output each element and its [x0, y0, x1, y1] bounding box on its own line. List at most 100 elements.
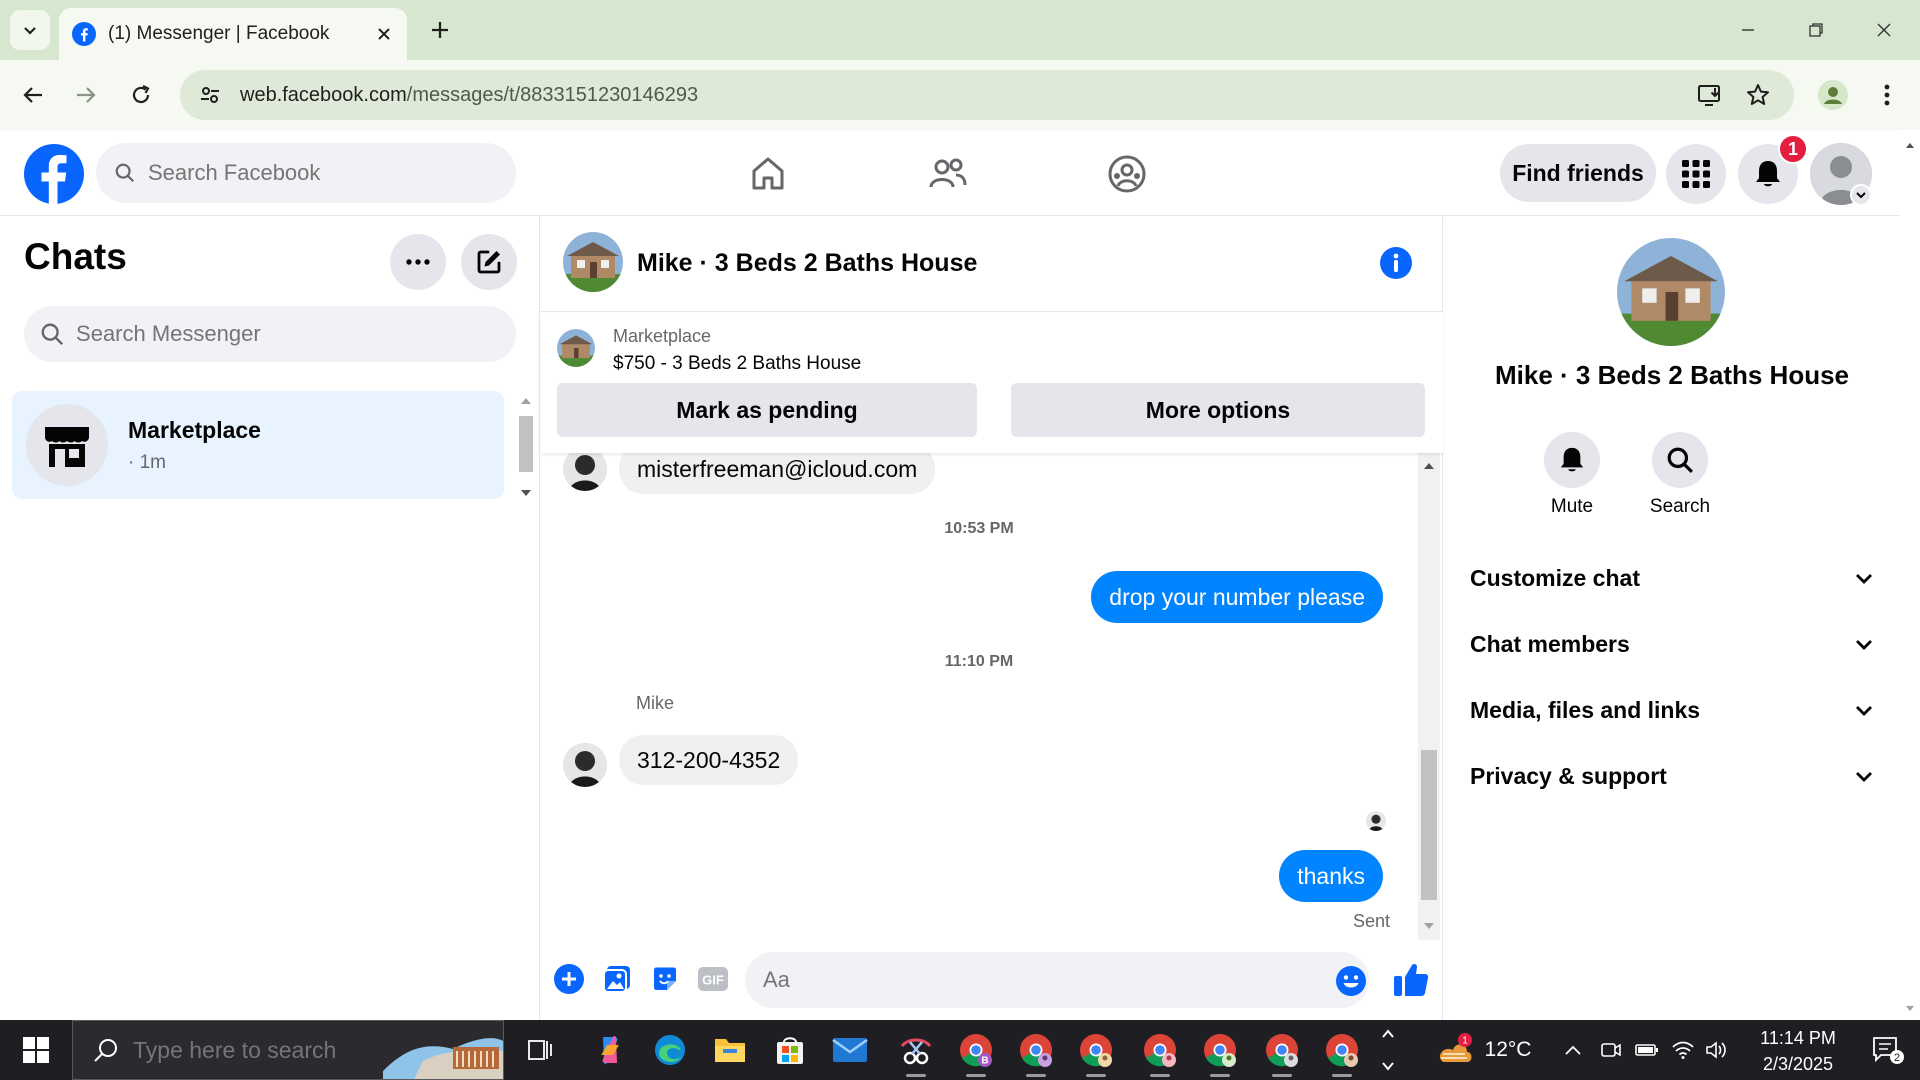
tray-network[interactable]	[1670, 1020, 1696, 1080]
taskbar-chrome-profile-2[interactable]	[1012, 1026, 1060, 1077]
bookmark-button[interactable]	[1742, 79, 1774, 111]
chats-options-button[interactable]	[390, 234, 446, 290]
taskbar-edge[interactable]	[646, 1026, 694, 1074]
chat-list-item[interactable]: Marketplace · 1m	[12, 391, 504, 499]
profile-button[interactable]	[1815, 77, 1851, 113]
nav-friends[interactable]	[918, 150, 978, 198]
search-in-conversation-button[interactable]	[1652, 432, 1708, 488]
restore-button[interactable]	[1794, 12, 1838, 48]
taskbar-microsoft-store[interactable]	[766, 1026, 814, 1074]
account-menu-chevron[interactable]	[1850, 184, 1872, 206]
browser-tab-active[interactable]: (1) Messenger | Facebook	[59, 8, 407, 60]
message-outgoing[interactable]: drop your number please	[1091, 571, 1383, 623]
more-options-button[interactable]: More options	[1011, 383, 1425, 437]
back-button[interactable]	[15, 77, 51, 113]
taskbar-snipping-tool[interactable]	[892, 1026, 940, 1077]
gif-button[interactable]: GIF	[695, 961, 731, 997]
taskbar-chrome-profile-6[interactable]	[1258, 1026, 1306, 1077]
section-privacy-support[interactable]: Privacy & support	[1456, 746, 1888, 806]
search-action[interactable]: Search	[1640, 432, 1720, 518]
start-button[interactable]	[0, 1020, 72, 1080]
chats-scrollbar[interactable]	[516, 390, 536, 510]
browser-menu-button[interactable]	[1869, 77, 1905, 113]
facebook-search-input[interactable]	[147, 160, 516, 186]
seen-indicator-avatar	[1366, 811, 1386, 831]
message-composer[interactable]	[745, 952, 1369, 1008]
thumbs-up-icon[interactable]	[1391, 960, 1431, 1000]
info-icon[interactable]	[1379, 246, 1413, 280]
weather-widget[interactable]: 1 12°C	[1428, 1020, 1538, 1080]
star-icon	[1747, 84, 1769, 105]
message-incoming[interactable]: misterfreeman@icloud.com	[619, 453, 936, 494]
contact-avatar[interactable]	[1617, 238, 1725, 346]
nav-groups[interactable]	[1097, 150, 1157, 198]
tray-meet-now[interactable]	[1598, 1020, 1624, 1080]
address-bar[interactable]: web.facebook.com/messages/t/883315123014…	[180, 70, 1794, 120]
conversation-avatar[interactable]	[563, 232, 623, 292]
attach-photo-button[interactable]	[599, 961, 635, 997]
sender-avatar[interactable]	[563, 743, 607, 787]
taskbar-file-explorer[interactable]	[706, 1026, 754, 1074]
messenger-search-box[interactable]	[24, 306, 516, 362]
tray-battery[interactable]	[1634, 1020, 1660, 1080]
taskbar-mail[interactable]	[826, 1026, 874, 1074]
task-view-button[interactable]	[516, 1026, 564, 1074]
facebook-search-box[interactable]	[96, 143, 516, 203]
section-chat-members[interactable]: Chat members	[1456, 614, 1888, 674]
new-tab-button[interactable]	[424, 14, 456, 46]
find-friends-button[interactable]: Find friends	[1500, 144, 1656, 202]
active-indicator	[1272, 1074, 1292, 1077]
edge-icon	[655, 1035, 685, 1065]
mute-button[interactable]	[1544, 432, 1600, 488]
message-input[interactable]	[763, 967, 1369, 993]
friends-icon	[929, 158, 967, 188]
forward-button[interactable]	[68, 77, 104, 113]
site-info-button[interactable]	[192, 77, 228, 113]
taskbar-search-box[interactable]	[72, 1020, 504, 1080]
show-hidden-icons-button[interactable]	[1560, 1020, 1586, 1080]
message-outgoing[interactable]: thanks	[1279, 850, 1383, 902]
thread-scrollbar[interactable]	[1418, 453, 1440, 940]
page-scrollbar[interactable]	[1900, 130, 1920, 1020]
sticker-button[interactable]	[647, 961, 683, 997]
notification-center-button[interactable]: 2	[1860, 1020, 1916, 1080]
emoji-icon[interactable]	[1335, 965, 1367, 997]
messenger-search-input[interactable]	[76, 321, 516, 347]
taskbar-copilot[interactable]	[586, 1026, 634, 1074]
sender-avatar[interactable]	[563, 453, 607, 491]
thread-scrollbar-thumb[interactable]	[1421, 750, 1437, 900]
listing-title[interactable]: $750 - 3 Beds 2 Baths House	[613, 353, 861, 375]
tab-close-button[interactable]	[369, 19, 399, 49]
message-incoming[interactable]: 312-200-4352	[619, 735, 799, 785]
taskbar-chrome-profile-1[interactable]: B	[952, 1026, 1000, 1077]
tray-volume[interactable]	[1704, 1020, 1730, 1080]
taskbar-clock[interactable]: 11:14 PM 2/3/2025	[1738, 1025, 1858, 1077]
minimize-button[interactable]	[1726, 12, 1770, 48]
nav-home[interactable]	[738, 150, 798, 198]
facebook-logo-icon[interactable]	[24, 144, 84, 204]
chrome-icon	[1266, 1034, 1298, 1067]
taskbar-chrome-profile-3[interactable]	[1072, 1026, 1120, 1077]
reload-button[interactable]	[123, 77, 159, 113]
taskbar-search-input[interactable]	[133, 1036, 373, 1064]
section-media-files-links[interactable]: Media, files and links	[1456, 680, 1888, 740]
more-actions-button[interactable]	[551, 961, 587, 997]
listing-thumbnail[interactable]	[557, 329, 595, 367]
menu-button[interactable]	[1666, 144, 1726, 204]
taskbar-chrome-profile-5[interactable]	[1196, 1026, 1244, 1077]
close-window-button[interactable]	[1862, 12, 1906, 48]
taskbar-chrome-profile-7[interactable]	[1318, 1026, 1366, 1077]
section-customize-chat[interactable]: Customize chat	[1456, 548, 1888, 608]
new-message-button[interactable]	[461, 234, 517, 290]
mark-as-pending-button[interactable]: Mark as pending	[557, 383, 977, 437]
home-icon	[752, 157, 784, 190]
url-text[interactable]: web.facebook.com/messages/t/883315123014…	[240, 84, 698, 107]
svg-text:GIF: GIF	[702, 973, 724, 988]
tab-search-button[interactable]	[10, 10, 50, 50]
taskbar-chrome-profile-4[interactable]	[1136, 1026, 1184, 1077]
chevron-down-icon	[1856, 192, 1866, 199]
bell-icon	[1560, 447, 1584, 472]
mute-action[interactable]: Mute	[1532, 432, 1612, 518]
install-app-button[interactable]	[1694, 79, 1726, 111]
taskbar-overflow-scroller[interactable]	[1378, 1020, 1398, 1080]
